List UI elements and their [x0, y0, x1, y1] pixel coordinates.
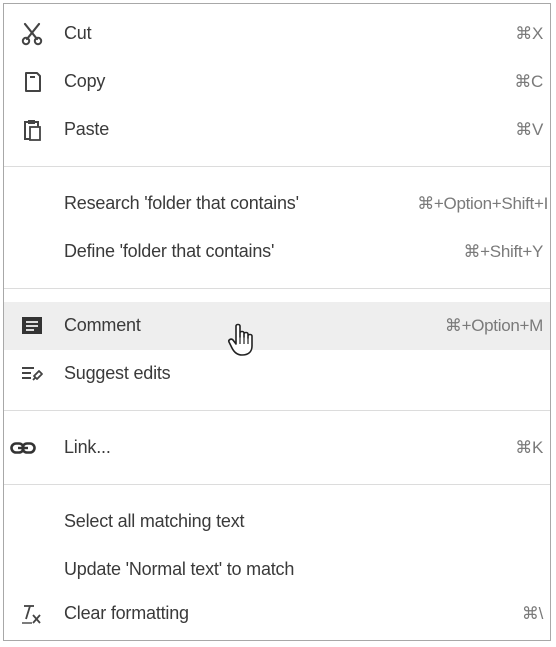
- menu-item-shortcut: ⌘+Shift+Y: [463, 242, 543, 261]
- menu-item-label: Select all matching text: [64, 511, 245, 531]
- menu-item-label: Copy: [64, 71, 106, 91]
- menu-item-shortcut: ⌘+Option+M: [444, 316, 543, 335]
- menu-item-label: Suggest edits: [64, 363, 171, 383]
- menu-item-research[interactable]: Research 'folder that contains' ⌘+Option…: [4, 180, 550, 228]
- menu-item-label: Link...: [64, 437, 111, 457]
- menu-item-label: Update 'Normal text' to match: [64, 559, 295, 579]
- menu-separator: [4, 166, 550, 167]
- menu-item-shortcut: ⌘V: [515, 120, 543, 139]
- link-icon: [10, 436, 36, 460]
- menu-item-define[interactable]: Define 'folder that contains' ⌘+Shift+Y: [4, 228, 550, 276]
- menu-item-label: Paste: [64, 119, 110, 139]
- comment-icon: [20, 314, 44, 338]
- menu-item-copy[interactable]: Copy ⌘C: [4, 58, 550, 106]
- copy-icon: [20, 70, 44, 94]
- menu-item-clear-formatting[interactable]: Clear formatting ⌘\: [4, 590, 550, 638]
- clear-formatting-icon: [20, 602, 44, 626]
- menu-item-label: Define 'folder that contains': [64, 241, 275, 261]
- menu-item-label: Clear formatting: [64, 603, 189, 623]
- menu-item-label: Research 'folder that contains': [64, 193, 299, 213]
- context-menu: Cut ⌘X Copy ⌘C Paste ⌘V Research 'folder…: [3, 3, 551, 641]
- menu-item-suggest-edits[interactable]: Suggest edits: [4, 350, 550, 398]
- menu-item-shortcut: ⌘+Option+Shift+I: [417, 194, 548, 213]
- menu-item-comment[interactable]: Comment ⌘+Option+M: [4, 302, 550, 350]
- menu-item-label: Comment: [64, 315, 141, 335]
- paste-icon: [20, 118, 44, 142]
- menu-separator: [4, 410, 550, 411]
- menu-separator: [4, 484, 550, 485]
- menu-item-paste[interactable]: Paste ⌘V: [4, 106, 550, 154]
- menu-item-update-normal-text[interactable]: Update 'Normal text' to match: [4, 546, 550, 594]
- menu-item-link[interactable]: Link... ⌘K: [4, 424, 550, 472]
- suggest-edits-icon: [20, 362, 44, 386]
- menu-item-select-all-matching[interactable]: Select all matching text: [4, 498, 550, 546]
- menu-item-shortcut: ⌘X: [515, 24, 543, 43]
- menu-separator: [4, 288, 550, 289]
- menu-item-label: Cut: [64, 23, 92, 43]
- menu-item-shortcut: ⌘K: [515, 438, 543, 457]
- menu-item-shortcut: ⌘\: [521, 604, 543, 623]
- hand-cursor-icon: [226, 322, 258, 358]
- menu-item-shortcut: ⌘C: [514, 72, 543, 91]
- scissors-icon: [20, 22, 44, 46]
- menu-item-cut[interactable]: Cut ⌘X: [4, 10, 550, 58]
